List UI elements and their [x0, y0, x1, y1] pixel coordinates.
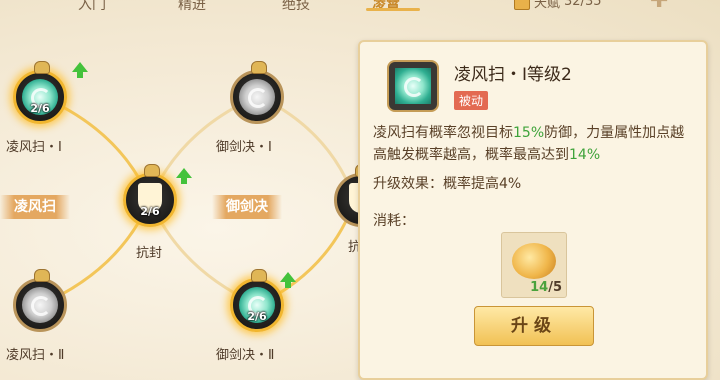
upgrade-button[interactable]: 升级: [474, 306, 594, 346]
node-knob: [34, 61, 50, 74]
talent-points: 天赋 32/35: [514, 0, 601, 11]
wind-swirl-icon: [239, 79, 275, 115]
golden-cloud-icon: [512, 243, 556, 279]
node-label: 御剑决・Ⅱ: [216, 348, 275, 363]
skill-node-kangfeng[interactable]: 2/6: [123, 164, 177, 227]
upgrade-arrow-icon: [280, 272, 296, 288]
material-item-slot[interactable]: 14/5: [501, 232, 567, 298]
branch-label-yujianjue: 御剑决: [212, 195, 282, 219]
skill-title: 凌风扫・Ⅰ等级2: [454, 65, 572, 85]
skill-description: 凌风扫有概率忽视目标15%防御，力量属性加点越高触发概率越高，概率最高达到14%: [373, 122, 698, 166]
node-level-count: 2/6: [30, 102, 50, 115]
desc-value: 15%: [513, 125, 545, 141]
node-level-count: 2/6: [140, 205, 160, 218]
talent-book-icon: [514, 0, 530, 10]
upgrade-effect: 升级效果：概率提高4%: [373, 176, 522, 192]
talent-value: 32/35: [564, 0, 602, 9]
node-label: 抗封: [136, 246, 163, 261]
passive-badge: 被动: [454, 91, 489, 110]
skill-icon-frame: [387, 60, 439, 112]
skill-node-lingfengsao-2[interactable]: [13, 269, 67, 332]
upgrade-arrow-icon: [72, 62, 88, 78]
talent-label: 天赋: [534, 0, 561, 11]
node-knob: [251, 61, 267, 74]
add-talent-icon[interactable]: ✚: [650, 0, 668, 13]
tab-lingxiao[interactable]: 凌霄: [372, 0, 400, 14]
node-knob: [34, 269, 50, 282]
skill-node-yujianjue-2[interactable]: 2/6: [230, 269, 284, 332]
node-label: 凌风扫・Ⅱ: [6, 348, 65, 363]
desc-text: 凌风扫有概率忽视目标: [373, 125, 513, 141]
material-need: /5: [548, 280, 562, 295]
node-knob: [144, 164, 160, 177]
skill-node-yujianjue-1[interactable]: [230, 61, 284, 124]
material-count: 14/5: [530, 280, 562, 295]
wind-swirl-icon: [22, 287, 58, 323]
skill-node-lingfengsao-1[interactable]: 2/6: [13, 61, 67, 124]
node-knob: [251, 269, 267, 282]
skill-info-panel: 凌风扫・Ⅰ等级2 被动 凌风扫有概率忽视目标15%防御，力量属性加点越高触发概率…: [358, 40, 708, 380]
wind-swirl-icon: [395, 68, 431, 104]
material-have: 14: [530, 280, 549, 295]
desc-value: 14%: [569, 147, 601, 163]
node-label: 御剑决・Ⅰ: [216, 140, 272, 155]
node-label: 凌风扫・Ⅰ: [6, 140, 62, 155]
active-tab-indicator: [366, 8, 420, 11]
upgrade-arrow-icon: [176, 168, 192, 184]
node-level-count: 2/6: [247, 310, 267, 323]
branch-label-lingfengsao: 凌风扫: [0, 195, 70, 219]
consume-label: 消耗：: [373, 213, 415, 229]
